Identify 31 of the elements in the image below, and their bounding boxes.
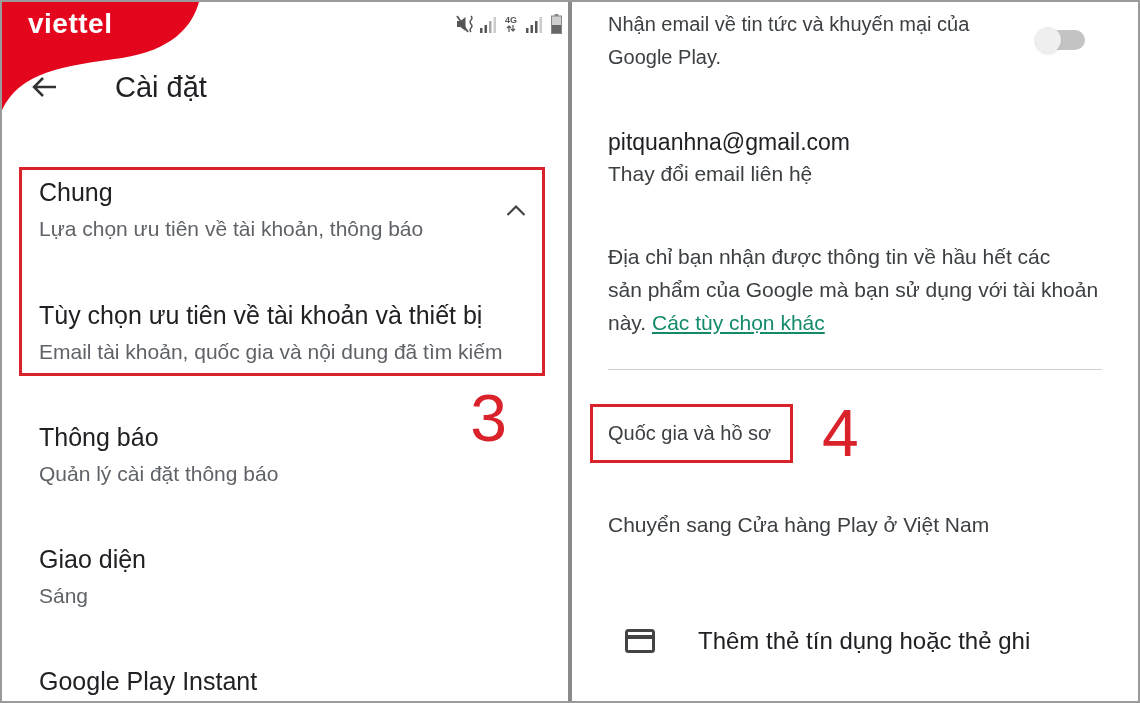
setting-subtitle: Sáng [39,583,89,609]
setting-subtitle: Email tài khoản, quốc gia và nội dung đã tìm kiếm [39,339,503,365]
more-options-link[interactable]: Các tùy chọn khác [652,311,825,334]
switch-store-option[interactable]: Chuyển sang Cửa hàng Play ở Việt Nam [608,510,990,540]
setting-subtitle: Lựa chọn ưu tiên về tài khoản, thông báo [39,216,424,242]
setting-title[interactable]: Thông báo [39,422,159,452]
setting-title[interactable]: Google Play Instant [39,666,258,696]
battery-icon [551,13,562,34]
step-number: 4 [822,403,859,463]
toggle-switch[interactable] [1035,27,1085,53]
setting-title[interactable]: Tùy chọn ưu tiên về tài khoản và thiết bị [39,300,483,330]
carrier-logo: viettel [28,7,113,40]
credit-card-icon [625,629,655,653]
signal-bars-icon [525,14,543,33]
signal-bars-icon [479,14,497,33]
setting-title[interactable]: Chung [39,177,113,207]
step-number: 3 [470,388,507,448]
network-type-label: 4G [505,15,517,25]
country-profile-label[interactable]: Quốc gia và hồ sơ [608,420,772,446]
chevron-up-icon[interactable] [506,203,526,216]
change-email-link[interactable]: Thay đổi email liên hệ [608,158,813,190]
email-address: pitquanhna@gmail.com [608,128,850,157]
muted-speaker-icon [456,13,474,34]
info-paragraph: Địa chỉ bạn nhận được thông tin về hầu hết các sản phẩm của Google mà bạn sử dụng với tài khoản này. Các tùy chọn khác [608,244,1099,336]
data-arrows-icon [506,25,516,32]
promo-email-label: Nhận email về tin tức và khuyến mại của Google Play. [608,12,971,70]
back-arrow-icon[interactable] [31,76,57,98]
add-card-option[interactable]: Thêm thẻ tín dụng hoặc thẻ ghi [698,625,1031,657]
setting-title[interactable]: Giao diện [39,544,147,574]
screen-title: Cài đặt [115,70,207,105]
setting-subtitle: Quản lý cài đặt thông báo [39,461,279,487]
